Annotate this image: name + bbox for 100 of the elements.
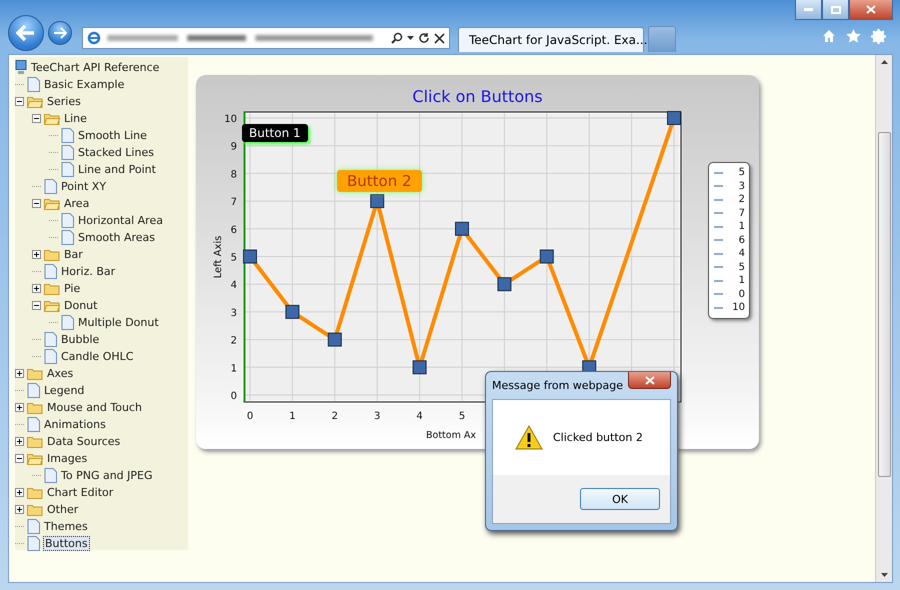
expand-icon[interactable] xyxy=(15,488,24,497)
close-button[interactable] xyxy=(849,0,893,20)
dropdown-icon[interactable] xyxy=(407,36,414,40)
legend-value: 10 xyxy=(732,302,745,314)
data-point xyxy=(455,222,469,236)
back-button[interactable] xyxy=(8,15,44,51)
legend-value: 1 xyxy=(738,221,745,232)
minimize-button[interactable] xyxy=(795,0,822,20)
tree-item[interactable]: Stacked Lines xyxy=(77,146,155,159)
search-icon[interactable] xyxy=(391,32,403,44)
axis-tick-label: 0 xyxy=(230,391,237,402)
expand-icon[interactable] xyxy=(15,505,24,514)
collapse-icon[interactable] xyxy=(32,114,41,123)
data-point xyxy=(497,277,512,292)
tree-item[interactable]: Line xyxy=(63,112,88,125)
close-icon[interactable] xyxy=(434,32,445,44)
tree-item[interactable]: Other xyxy=(46,503,80,516)
tree-item[interactable]: To PNG and JPEG xyxy=(60,469,154,482)
expand-icon[interactable] xyxy=(15,369,24,378)
data-point xyxy=(285,304,300,319)
data-point xyxy=(540,250,554,264)
expand-icon[interactable] xyxy=(32,284,41,293)
axis-tick-label: 3 xyxy=(374,411,380,422)
tree-item[interactable]: Horiz. Bar xyxy=(60,265,116,278)
document-icon xyxy=(61,128,74,143)
collapse-icon[interactable] xyxy=(32,199,41,208)
data-point xyxy=(370,194,384,208)
expand-icon[interactable] xyxy=(15,437,24,446)
chart-button[interactable]: Button 1 xyxy=(242,124,308,142)
axis-tick-label: 4 xyxy=(416,411,423,422)
axis-tick-label: 1 xyxy=(230,363,237,374)
tree-item[interactable]: Buttons xyxy=(43,536,90,551)
folder-icon xyxy=(27,452,43,465)
axis-tick-label: 6 xyxy=(230,224,237,236)
document-icon xyxy=(27,417,40,432)
tree-item[interactable]: Series xyxy=(46,95,82,108)
tree-item[interactable]: Donut xyxy=(63,299,98,312)
close-button[interactable] xyxy=(628,372,671,389)
axis-tick-label: 5 xyxy=(458,411,466,422)
scroll-up-icon[interactable] xyxy=(880,60,888,64)
tree-root[interactable]: TeeChart API Reference xyxy=(30,61,160,74)
tree-item[interactable]: Candle OHLC xyxy=(60,350,134,363)
tree-item[interactable]: Smooth Line xyxy=(77,129,148,142)
tree-item[interactable]: Mouse and Touch xyxy=(46,401,143,414)
tree-item[interactable]: Basic Example xyxy=(43,78,126,91)
folder-icon xyxy=(27,367,43,380)
scrollbar[interactable] xyxy=(875,55,892,582)
folder-icon xyxy=(27,503,43,516)
tree-item[interactable]: Data Sources xyxy=(46,435,122,448)
collapse-icon[interactable] xyxy=(15,97,24,106)
dialog-title: Message from webpage xyxy=(492,379,624,392)
folder-icon xyxy=(27,95,43,108)
document-icon xyxy=(61,213,74,228)
axis-tick-label: 1 xyxy=(289,411,296,422)
document-icon xyxy=(27,383,40,398)
browser-tab[interactable]: TeeChart for JavaScript. Exa... xyxy=(458,27,644,52)
legend-line-icon xyxy=(714,185,723,188)
axis-tick-label: 9 xyxy=(230,142,237,153)
tree-item[interactable]: Horizontal Area xyxy=(77,214,164,227)
warning-icon xyxy=(515,425,543,450)
refresh-icon[interactable] xyxy=(418,32,430,44)
legend-line-icon xyxy=(714,306,723,309)
axis-tick-label: 2 xyxy=(332,411,338,422)
minimize-icon xyxy=(804,8,813,11)
collapse-icon[interactable] xyxy=(15,454,24,463)
address-field[interactable] xyxy=(82,27,450,49)
scroll-thumb[interactable] xyxy=(878,132,890,477)
document-icon xyxy=(27,519,40,534)
forward-button[interactable] xyxy=(48,21,72,45)
tree-item[interactable]: Pie xyxy=(63,282,82,295)
expand-icon[interactable] xyxy=(15,403,24,412)
data-point xyxy=(328,332,342,347)
tree-item[interactable]: Images xyxy=(46,452,88,465)
tree-item[interactable]: Bubble xyxy=(60,333,100,346)
document-icon xyxy=(61,230,74,245)
collapse-icon[interactable] xyxy=(32,301,41,310)
tree-item[interactable]: Area xyxy=(63,197,90,210)
expand-icon[interactable] xyxy=(32,250,41,259)
star-icon[interactable] xyxy=(846,29,861,43)
folder-icon xyxy=(27,486,43,499)
tree-item[interactable]: Point XY xyxy=(60,180,108,193)
tree-item[interactable]: Legend xyxy=(43,384,86,397)
tree-item[interactable]: Smooth Areas xyxy=(77,231,156,244)
axis-title: Bottom Ax xyxy=(426,430,476,441)
tree-item[interactable]: Chart Editor xyxy=(46,486,114,499)
axis-tick-label: 0 xyxy=(246,411,254,422)
tree-item[interactable]: Bar xyxy=(63,248,84,261)
legend-line-icon xyxy=(714,252,723,255)
ok-button[interactable]: OK xyxy=(580,488,660,510)
legend-line-icon xyxy=(714,172,723,174)
maximize-button[interactable] xyxy=(822,0,849,20)
tree-item[interactable]: Animations xyxy=(43,418,107,431)
tree-item[interactable]: Themes xyxy=(43,520,89,533)
scroll-down-icon[interactable] xyxy=(880,573,888,577)
tree-item[interactable]: Line and Point xyxy=(77,163,157,176)
computer-icon xyxy=(15,60,27,75)
tree-item[interactable]: Multiple Donut xyxy=(77,316,160,329)
tree-item[interactable]: Axes xyxy=(46,367,74,380)
document-icon xyxy=(44,468,57,483)
folder-icon xyxy=(44,112,60,125)
